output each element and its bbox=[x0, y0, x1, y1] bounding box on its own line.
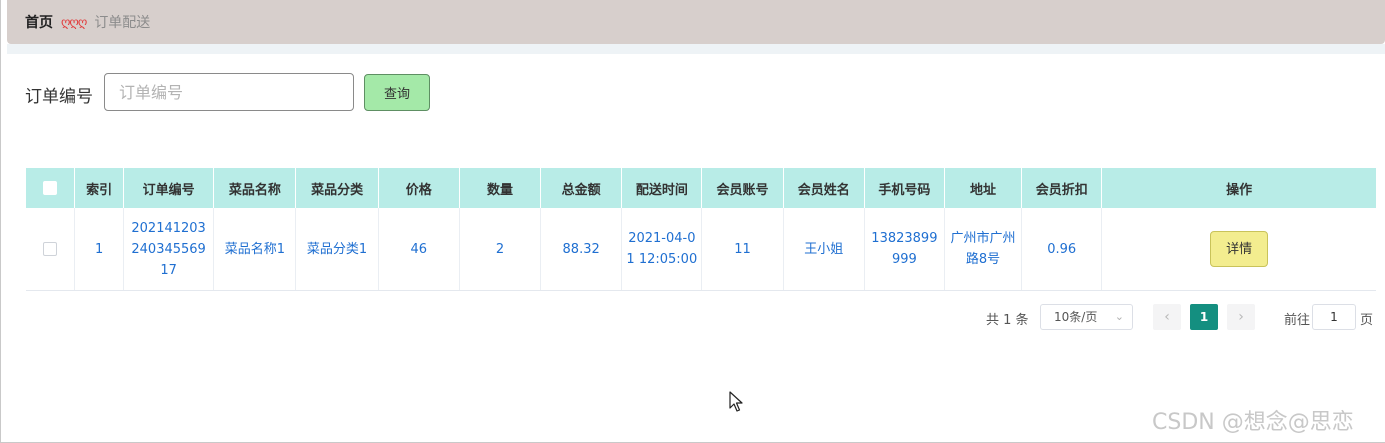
column-header-member-name: 会员姓名 bbox=[783, 168, 865, 208]
breadcrumb-separator-icon: ღღღ bbox=[61, 15, 87, 29]
column-header-price: 价格 bbox=[378, 168, 460, 208]
column-header-member-account: 会员账号 bbox=[701, 168, 784, 208]
breadcrumb-home[interactable]: 首页 bbox=[25, 12, 53, 32]
query-button[interactable]: 查询 bbox=[364, 74, 430, 111]
watermark: CSDN @想念@思恋 bbox=[1152, 410, 1354, 435]
prev-page-button[interactable]: ‹ bbox=[1153, 304, 1181, 330]
column-header-total: 总金额 bbox=[540, 168, 623, 208]
table-header-row: 索引 订单编号 菜品名称 菜品分类 价格 数量 总金额 配送时间 会员账号 会员… bbox=[26, 168, 1376, 208]
column-header-phone: 手机号码 bbox=[864, 168, 945, 208]
cell-member-account: 11 bbox=[701, 208, 784, 291]
column-header-discount: 会员折扣 bbox=[1021, 168, 1103, 208]
chevron-down-icon: ⌄ bbox=[1114, 310, 1124, 323]
column-header-dish-category: 菜品分类 bbox=[295, 168, 379, 208]
breadcrumb: 首页 ღღღ 订单配送 bbox=[7, 0, 1385, 44]
column-header-actions: 操作 bbox=[1101, 168, 1376, 208]
column-header-dish-name: 菜品名称 bbox=[213, 168, 297, 208]
chevron-right-icon: › bbox=[1238, 309, 1244, 325]
cell-discount: 0.96 bbox=[1021, 208, 1103, 291]
cell-order-no: 202141203240345569 17 bbox=[123, 208, 215, 291]
cell-address: 广州市广州路8号 bbox=[944, 208, 1023, 291]
column-header-delivery-time: 配送时间 bbox=[621, 168, 703, 208]
column-header-index: 索引 bbox=[74, 168, 124, 208]
goto-page-input[interactable] bbox=[1312, 304, 1356, 330]
cell-delivery-time: 2021-04-01 12:05:00 bbox=[621, 208, 703, 291]
cell-member-name: 王小姐 bbox=[783, 208, 865, 291]
cell-index: 1 bbox=[74, 208, 124, 291]
chevron-left-icon: ‹ bbox=[1164, 309, 1170, 325]
row-select-cell bbox=[26, 208, 76, 291]
pagination: 共 1 条 10条/页 ⌄ ‹ 1 › 前往 页 bbox=[0, 304, 1385, 330]
goto-page-unit: 页 bbox=[1360, 313, 1374, 328]
select-all-checkbox[interactable] bbox=[43, 181, 58, 195]
order-no-label: 订单编号 bbox=[25, 87, 93, 107]
column-header-quantity: 数量 bbox=[459, 168, 542, 208]
page-size-value: 10条/页 bbox=[1054, 310, 1098, 324]
page-number-active[interactable]: 1 bbox=[1190, 304, 1218, 330]
order-table: 索引 订单编号 菜品名称 菜品分类 价格 数量 总金额 配送时间 会员账号 会员… bbox=[26, 168, 1376, 291]
cell-phone: 13823899999 bbox=[864, 208, 945, 291]
pagination-total: 共 1 条 bbox=[986, 313, 1029, 328]
detail-button[interactable]: 详情 bbox=[1210, 231, 1269, 267]
page-size-select[interactable]: 10条/页 ⌄ bbox=[1040, 304, 1133, 330]
column-header-order-no: 订单编号 bbox=[123, 168, 215, 208]
goto-label: 前往 bbox=[1284, 313, 1311, 328]
cell-quantity: 2 bbox=[459, 208, 542, 291]
cell-dish-name: 菜品名称1 bbox=[213, 208, 297, 291]
cell-price: 46 bbox=[378, 208, 460, 291]
cell-actions: 详情 bbox=[1101, 208, 1376, 291]
next-page-button[interactable]: › bbox=[1227, 304, 1255, 330]
breadcrumb-current: 订单配送 bbox=[94, 15, 151, 31]
header-divider bbox=[7, 44, 1385, 54]
cell-dish-category: 菜品分类1 bbox=[295, 208, 379, 291]
select-all-cell bbox=[26, 168, 76, 208]
column-header-address: 地址 bbox=[944, 168, 1023, 208]
table-row: 1 202141203240345569 17 菜品名称1 菜品分类1 46 2… bbox=[26, 208, 1376, 291]
row-checkbox[interactable] bbox=[43, 242, 58, 256]
order-no-input[interactable] bbox=[104, 73, 354, 111]
mouse-cursor-icon bbox=[729, 391, 743, 412]
cell-total: 88.32 bbox=[540, 208, 623, 291]
